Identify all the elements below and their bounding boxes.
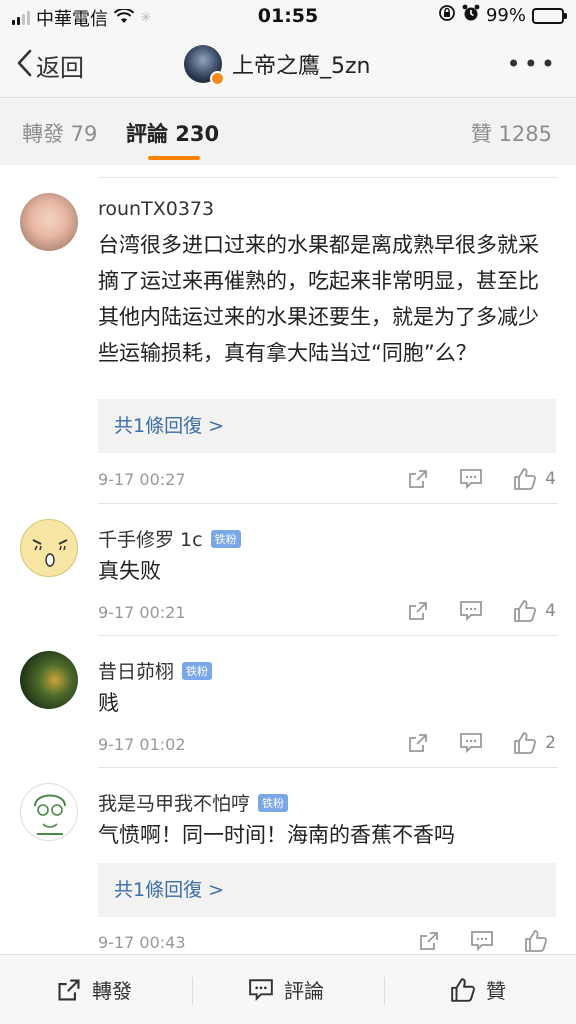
reply-button[interactable] — [459, 600, 483, 622]
comment-time: 9-17 00:43 — [98, 933, 186, 952]
like-icon — [525, 930, 548, 952]
comment-text: 气愤啊！同一时间！海南的香蕉不香吗 — [98, 823, 455, 847]
tab-comments[interactable]: 評論 230 — [126, 118, 219, 148]
comment-icon — [460, 601, 483, 622]
comment-time: 9-17 00:21 — [98, 603, 186, 622]
verified-badge-icon — [210, 71, 225, 86]
share-button[interactable] — [407, 732, 429, 754]
share-icon — [420, 932, 438, 950]
like-count: 2 — [545, 733, 556, 753]
like-button[interactable]: 4 — [513, 599, 556, 623]
comment-text: 贱 — [98, 691, 119, 715]
back-label: 返回 — [36, 54, 84, 82]
status-right: 99% — [438, 4, 567, 27]
alarm-icon — [462, 4, 480, 27]
comment-actions: 4 — [407, 599, 556, 623]
comment-icon — [460, 733, 483, 754]
comment-time: 9-17 00:27 — [98, 470, 186, 489]
share-button[interactable] — [407, 600, 429, 622]
comment-username[interactable]: 我是马甲我不怕哼 铁粉 — [98, 789, 289, 816]
divider — [192, 977, 193, 1005]
share-button[interactable] — [407, 468, 429, 490]
avatar[interactable] — [20, 651, 78, 709]
like-icon — [514, 600, 537, 622]
tab-likes[interactable]: 贊 1285 — [471, 118, 552, 148]
nav-bar: 返回 上帝之鷹_5zn ••• — [0, 32, 576, 98]
avatar[interactable] — [20, 193, 78, 251]
avatar[interactable] — [184, 45, 225, 86]
tab-bar: 轉發 79 評論 230 贊 1285 — [0, 99, 576, 165]
share-icon — [409, 470, 428, 488]
share-icon — [409, 734, 428, 752]
divider — [384, 977, 385, 1005]
status-bar: 中華電信 ✳ 01:55 99% — [0, 0, 576, 32]
repost-label: 轉發 — [92, 979, 132, 1003]
face-icon — [32, 539, 68, 567]
like-button[interactable] — [524, 929, 556, 953]
avatar[interactable] — [20, 783, 78, 841]
comment-button[interactable]: 評論 — [248, 975, 324, 1004]
comment-username[interactable]: 昔日茆栩 铁粉 — [98, 657, 213, 684]
fan-badge: 铁粉 — [182, 661, 213, 680]
bottom-action-bar: 轉發 評論 贊 — [0, 954, 576, 1024]
comment-item: 昔日茆栩 铁粉 贱 9-17 01:02 2 — [0, 635, 576, 767]
fan-badge: 铁粉 — [258, 793, 289, 812]
like-icon — [514, 468, 537, 490]
fan-badge: 铁粉 — [210, 529, 241, 548]
page-title: 上帝之鷹_5zn — [232, 54, 371, 79]
comment-list[interactable]: rounTX0373 台湾很多进口过来的水果都是离成熟早很多就采摘了运过来再催熟… — [0, 165, 576, 954]
share-icon — [409, 602, 428, 620]
lock-rotation-icon — [438, 4, 456, 27]
battery-icon — [532, 7, 567, 24]
comment-username[interactable]: rounTX0373 — [98, 198, 214, 220]
avatar[interactable] — [20, 519, 78, 577]
comment-label: 評論 — [284, 979, 324, 1003]
comment-username[interactable]: 千手修罗 1c 铁粉 — [98, 525, 241, 552]
comment-icon — [460, 469, 483, 490]
nav-user[interactable]: 上帝之鷹_5zn — [184, 45, 371, 86]
comment-actions — [418, 929, 556, 953]
comment-icon — [471, 931, 493, 952]
like-button[interactable]: 贊 — [450, 975, 506, 1004]
comment-actions: 4 — [407, 467, 556, 491]
divider — [98, 177, 558, 178]
like-count: 4 — [545, 469, 556, 489]
comment-text: 台湾很多进口过来的水果都是离成熟早很多就采摘了运过来再催熟的，吃起来非常明显，甚… — [98, 233, 539, 365]
comment-item: rounTX0373 台湾很多进口过来的水果都是离成熟早很多就采摘了运过来再催熟… — [0, 165, 576, 503]
comment-item: 我是马甲我不怕哼 铁粉 气愤啊！同一时间！海南的香蕉不香吗 共1條回復 > 9-1… — [0, 767, 576, 954]
reply-button[interactable] — [459, 468, 483, 490]
battery-percent: 99% — [485, 5, 526, 26]
reply-count-link[interactable]: 共1條回復 > — [98, 863, 556, 917]
divider — [98, 635, 558, 636]
divider — [98, 767, 558, 768]
tab-indicator — [148, 156, 200, 160]
back-button[interactable]: 返回 — [16, 48, 84, 83]
comment-actions: 2 — [407, 731, 556, 755]
tab-repost[interactable]: 轉發 79 — [22, 118, 97, 148]
comment-text: 真失败 — [98, 559, 161, 583]
like-icon — [451, 977, 475, 1002]
share-button[interactable] — [418, 930, 440, 952]
divider — [98, 503, 558, 504]
like-button[interactable]: 2 — [513, 731, 556, 755]
reply-button[interactable] — [459, 732, 483, 754]
comment-item: 千手修罗 1c 铁粉 真失败 9-17 00:21 4 — [0, 503, 576, 635]
reply-button[interactable] — [470, 930, 494, 952]
like-icon — [514, 732, 537, 754]
like-button[interactable]: 4 — [513, 467, 556, 491]
more-icon[interactable]: ••• — [507, 50, 558, 78]
back-chevron-icon — [16, 49, 32, 83]
like-label: 贊 — [486, 979, 506, 1003]
cartoon-face-icon — [34, 794, 66, 835]
comment-time: 9-17 01:02 — [98, 735, 186, 754]
like-count: 4 — [545, 601, 556, 621]
comment-icon — [249, 978, 273, 1001]
reply-count-link[interactable]: 共1條回復 > — [98, 399, 556, 453]
repost-button[interactable]: 轉發 — [56, 975, 132, 1004]
share-icon — [58, 978, 80, 1001]
